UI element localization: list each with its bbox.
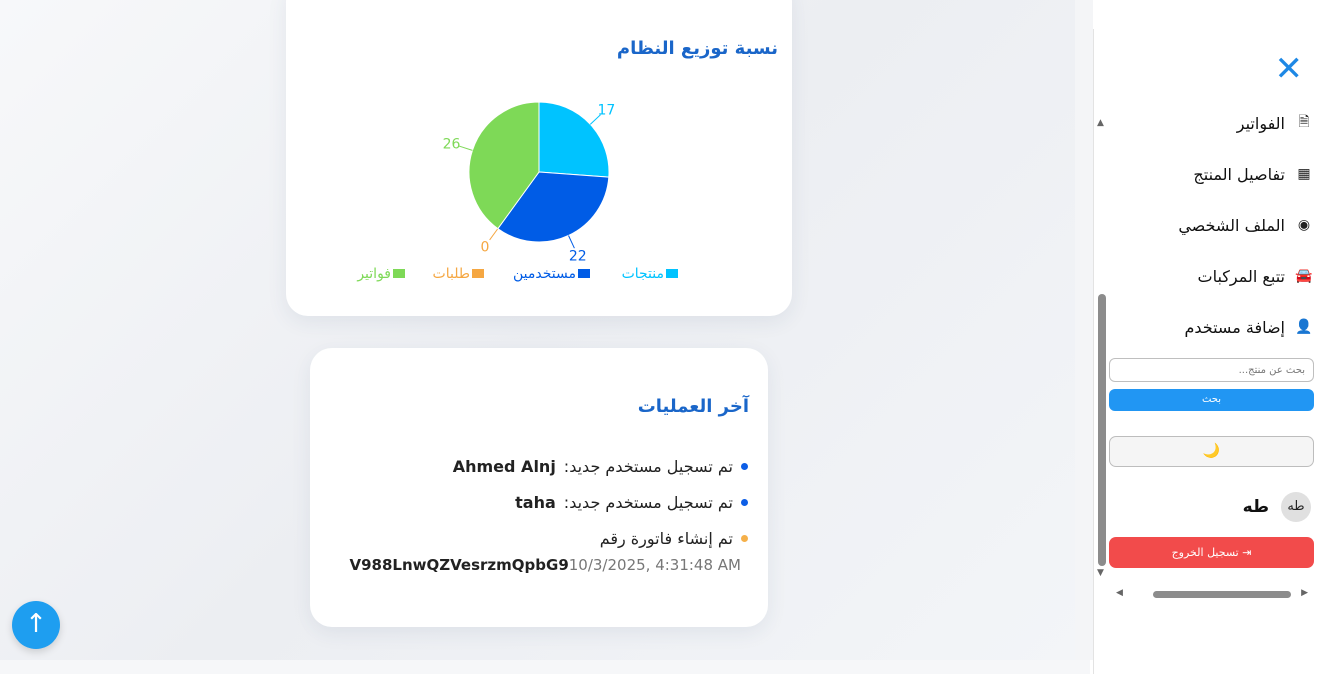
sidebar-item-label: الفواتير xyxy=(1236,113,1285,133)
scroll-down-arrow-icon[interactable]: ▼ xyxy=(1097,568,1104,578)
operations-list: تم تسجيل مستخدم جديد: Ahmed Alnj تم تسجي… xyxy=(328,448,748,556)
sign-out-icon: ⇥ xyxy=(1242,546,1252,559)
main-content: نسبة توزيع النظام 17 22 0 26 منتجات مستخدمين ط… xyxy=(0,0,1075,660)
legend-swatch xyxy=(578,269,590,278)
sidebar-item-label: الملف الشخصي xyxy=(1178,215,1285,235)
pie-label-line-1 xyxy=(568,235,575,249)
bullet-icon xyxy=(741,534,748,542)
sidebar-item-add-user[interactable]: 👤 إضافة مستخدم xyxy=(1184,312,1313,342)
gutter xyxy=(1075,0,1093,660)
sidebar-item-vehicle-tracking[interactable]: 🚘 تتبع المركبات xyxy=(1198,261,1314,291)
operation-text: تم تسجيل مستخدم جديد: xyxy=(563,456,733,476)
legend-label: مستخدمين xyxy=(513,266,576,282)
sidebar: ✕ ▲ ▼ 🗎 الفواتير ▦ تفاصيل المنتج ◉ الملف… xyxy=(1093,29,1325,674)
recent-operations-card: آخر العمليات تم تسجيل مستخدم جديد: Ahmed… xyxy=(310,348,768,627)
legend-item[interactable]: مستخدمين xyxy=(513,266,590,282)
pie-chart: 17 22 0 26 منتجات مستخدمين طلبات فواتير xyxy=(356,101,678,282)
pie-data-label: 17 xyxy=(597,102,615,118)
invoice-timestamp: 10/3/2025, 4:31:48 AM xyxy=(568,556,741,574)
sidebar-item-label: إضافة مستخدم xyxy=(1184,317,1285,337)
scroll-to-top-button[interactable]: ↑ xyxy=(12,601,60,649)
recent-operations-title: آخر العمليات xyxy=(637,396,749,417)
invoice-detail-row: V988LnwQZVesrzmQpbG9 10/3/2025, 4:31:48 … xyxy=(349,556,741,574)
close-icon[interactable]: ✕ xyxy=(1275,52,1304,86)
user-circle-icon: ◉ xyxy=(1297,217,1311,233)
horizontal-scrollbar-thumb[interactable] xyxy=(1153,591,1291,598)
legend-item[interactable]: منتجات xyxy=(622,266,678,282)
legend-label: منتجات xyxy=(622,266,664,282)
user-info: طه طه xyxy=(1243,492,1311,522)
car-icon: 🚘 xyxy=(1295,268,1313,284)
list-item: تم إنشاء فاتورة رقم xyxy=(328,520,748,556)
sidebar-item-label: تتبع المركبات xyxy=(1197,266,1286,286)
pie-data-label: 22 xyxy=(569,248,587,264)
sidebar-item-label: تفاصيل المنتج xyxy=(1193,164,1285,184)
vertical-scrollbar-thumb[interactable] xyxy=(1098,294,1106,566)
legend-item[interactable]: طلبات xyxy=(433,266,484,282)
operation-text: تم تسجيل مستخدم جديد: xyxy=(563,492,733,512)
scroll-left-arrow-icon[interactable]: ◀ xyxy=(1116,588,1123,598)
logout-button[interactable]: ⇥ تسجيل الخروج xyxy=(1109,537,1314,568)
bullet-icon xyxy=(741,498,748,506)
bottom-strip xyxy=(0,660,1090,674)
list-item: تم تسجيل مستخدم جديد: Ahmed Alnj xyxy=(328,448,748,484)
distribution-chart-card: نسبة توزيع النظام 17 22 0 26 منتجات مستخدمين ط… xyxy=(286,0,792,316)
avatar: طه xyxy=(1281,492,1311,522)
legend-swatch xyxy=(393,269,405,278)
search-button[interactable]: بحث xyxy=(1109,389,1314,411)
legend-swatch xyxy=(666,269,678,278)
list-item: تم تسجيل مستخدم جديد: taha xyxy=(328,484,748,520)
pie-label-line-2 xyxy=(489,228,499,241)
operation-username: taha xyxy=(515,492,556,512)
sidebar-item-invoices[interactable]: 🗎 الفواتير xyxy=(1237,108,1313,138)
operation-text: تم إنشاء فاتورة رقم xyxy=(599,528,733,548)
legend-label: فواتير xyxy=(356,266,391,282)
pie-label-line-3 xyxy=(458,145,473,151)
horizontal-scrollbar[interactable]: ◀ ▶ xyxy=(1114,587,1308,601)
product-search-input[interactable] xyxy=(1109,358,1314,382)
pie-data-label: 0 xyxy=(480,239,489,255)
pie-data-label: 26 xyxy=(443,137,461,153)
scroll-right-arrow-icon[interactable]: ▶ xyxy=(1301,588,1308,598)
bullet-icon xyxy=(741,462,748,470)
operation-username: Ahmed Alnj xyxy=(452,456,556,476)
legend-label: طلبات xyxy=(433,266,470,282)
legend-swatch xyxy=(472,269,484,278)
scroll-up-arrow-icon[interactable]: ▲ xyxy=(1097,118,1104,128)
user-plus-icon: 👤 xyxy=(1295,319,1313,335)
legend-item[interactable]: فواتير xyxy=(356,266,405,282)
logout-label: تسجيل الخروج xyxy=(1171,546,1239,559)
file-invoice-icon: 🗎 xyxy=(1298,114,1310,130)
box-icon: ▦ xyxy=(1297,166,1311,182)
moon-icon: 🌙 xyxy=(1202,443,1221,459)
sidebar-item-product-details[interactable]: ▦ تفاصيل المنتج xyxy=(1193,159,1313,189)
theme-toggle-button[interactable]: 🌙 xyxy=(1109,436,1314,467)
invoice-code: V988LnwQZVesrzmQpbG9 xyxy=(349,556,569,574)
user-name: طه xyxy=(1242,497,1269,517)
sidebar-item-profile[interactable]: ◉ الملف الشخصي xyxy=(1178,210,1313,240)
